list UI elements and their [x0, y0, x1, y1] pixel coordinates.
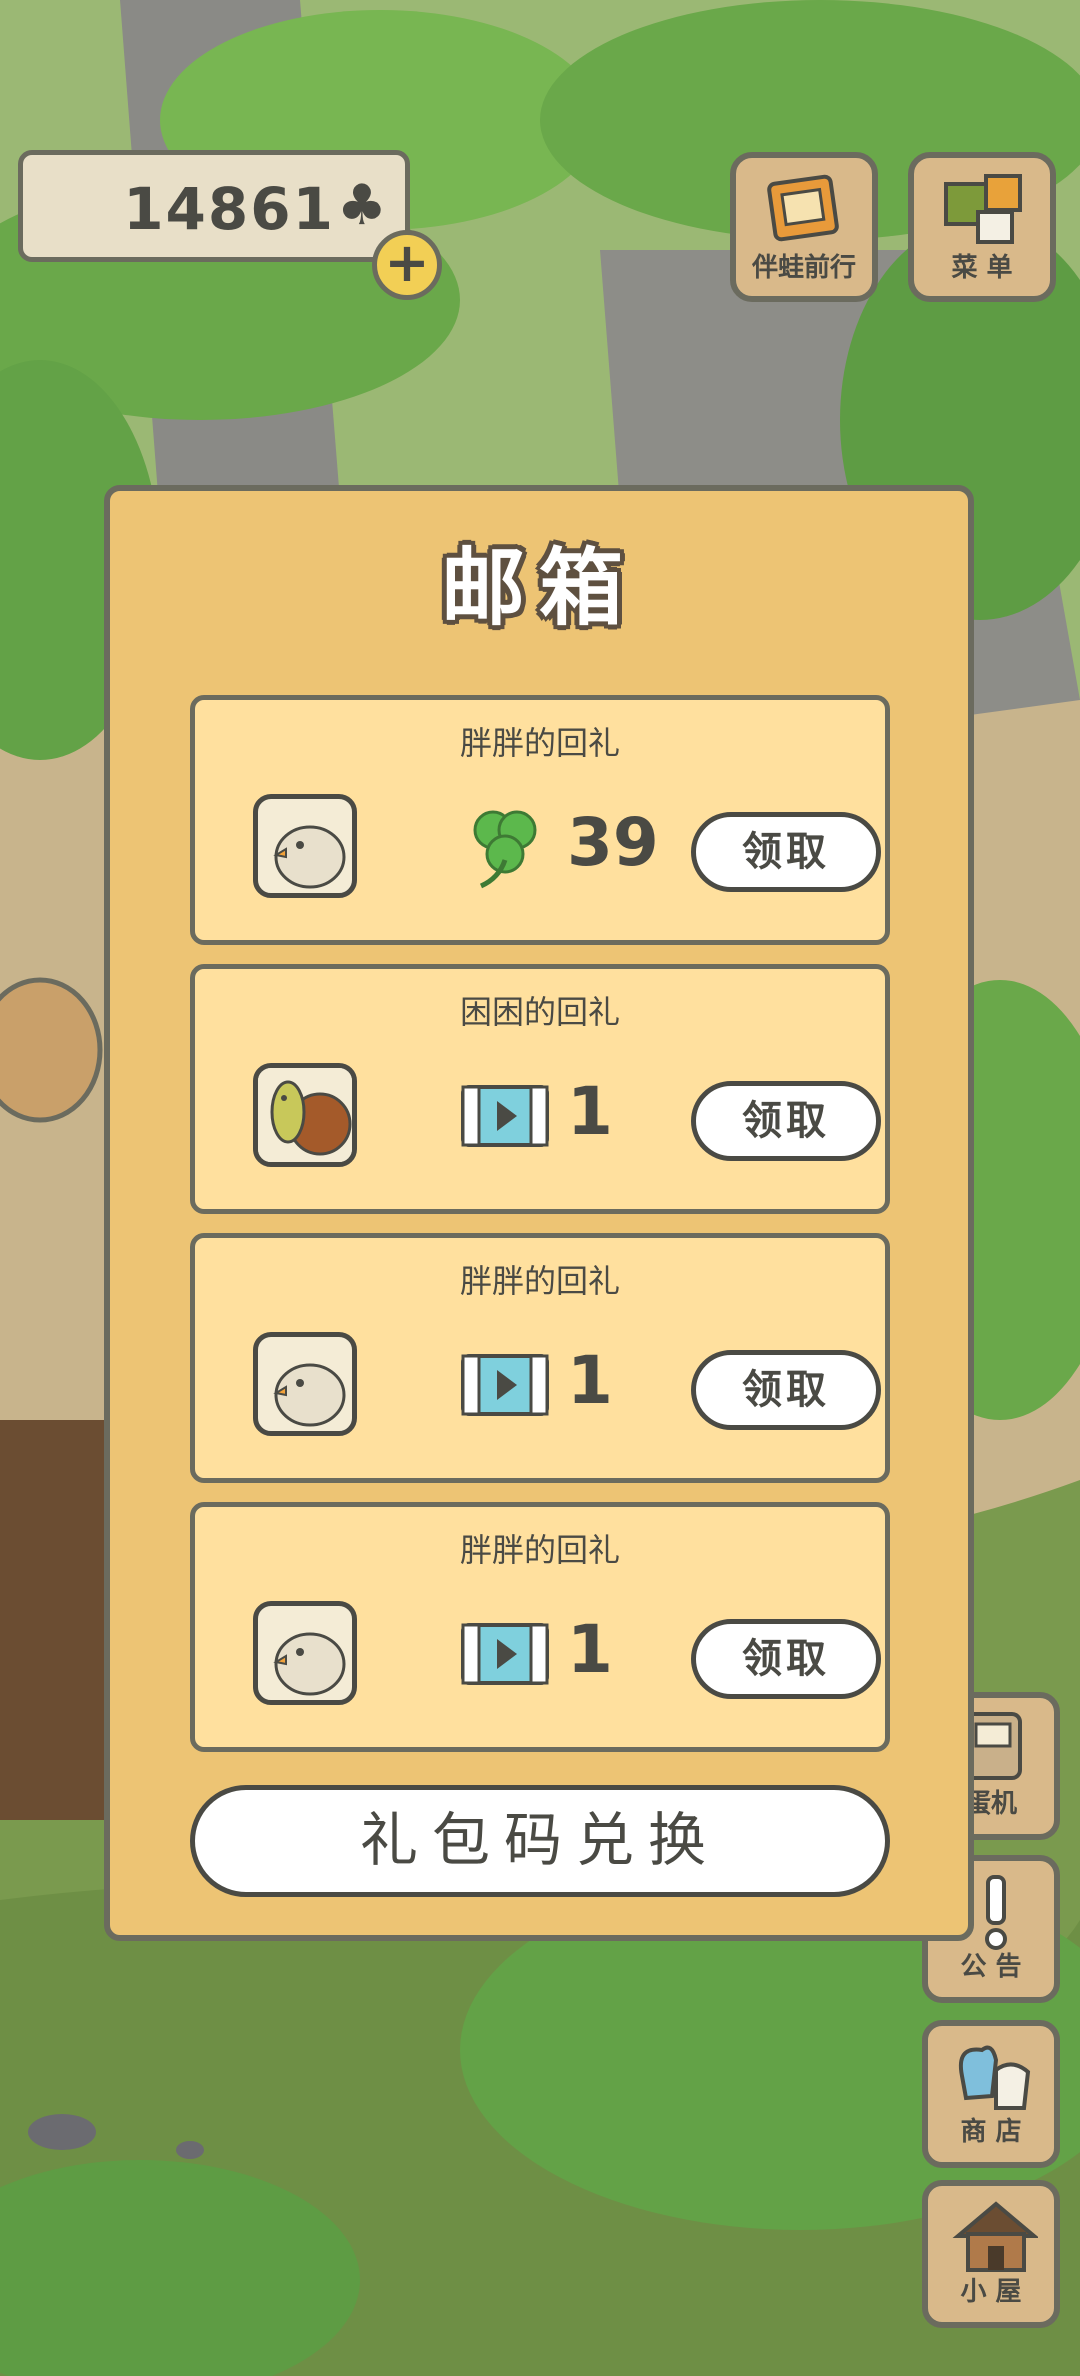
- bird-avatar-icon: [253, 1332, 357, 1436]
- film-ticket-icon: [461, 1085, 549, 1147]
- house-button[interactable]: 小 屋: [922, 2180, 1060, 2328]
- gift-quantity: 1: [567, 1073, 613, 1150]
- mailbox-title: 邮箱: [440, 539, 637, 637]
- bird-avatar-icon: [253, 794, 357, 898]
- album-button[interactable]: 伴蛙前行: [730, 152, 878, 302]
- gift-quantity: 1: [567, 1342, 613, 1419]
- clover-icon: [473, 810, 537, 889]
- album-icon: [767, 174, 839, 242]
- mail-item: 困困的回礼 1 领取: [190, 964, 890, 1214]
- clover-counter: 14861 ♣: [18, 150, 410, 262]
- film-ticket-icon: [461, 1623, 549, 1685]
- mail-item: 胖胖的回礼 39 领取: [190, 695, 890, 945]
- mailbox-dialog: 邮箱 胖胖的回礼 39 领取 困困的回礼 1 领取 胖胖的回礼 1 领取 胖胖的…: [104, 485, 974, 1941]
- turtle-avatar-icon: [253, 1063, 357, 1167]
- gift-quantity: 1: [567, 1611, 613, 1688]
- claim-button[interactable]: 领取: [691, 1081, 881, 1161]
- shop-icon: [959, 2045, 1031, 2110]
- shop-button[interactable]: 商 店: [922, 2020, 1060, 2168]
- film-ticket-icon: [461, 1354, 549, 1416]
- add-clover-button[interactable]: +: [372, 230, 442, 300]
- mail-item: 胖胖的回礼 1 领取: [190, 1233, 890, 1483]
- mail-sender: 困困的回礼: [459, 993, 620, 1031]
- clover-count: 14861: [123, 175, 335, 243]
- mail-sender: 胖胖的回礼: [459, 1262, 620, 1300]
- notice-icon: [985, 1875, 1007, 1950]
- mail-item: 胖胖的回礼 1 领取: [190, 1502, 890, 1752]
- claim-button[interactable]: 领取: [691, 1619, 881, 1699]
- gift-quantity: 39: [567, 804, 659, 881]
- mail-sender: 胖胖的回礼: [459, 1531, 620, 1569]
- redeem-code-button[interactable]: 礼包码兑换: [190, 1785, 890, 1897]
- shop-label: 商 店: [960, 2117, 1022, 2147]
- menu-icon: [944, 174, 1022, 244]
- menu-button[interactable]: 菜 单: [908, 152, 1056, 302]
- notice-label: 公 告: [960, 1952, 1022, 1982]
- house-label: 小 屋: [960, 2277, 1022, 2307]
- bird-avatar-icon: [253, 1601, 357, 1705]
- album-label: 伴蛙前行: [751, 253, 856, 283]
- clover-currency-icon: ♣: [336, 173, 387, 238]
- menu-label: 菜 单: [951, 253, 1013, 283]
- game-scene: 14861 ♣ + 伴蛙前行 菜 单 蛋机 公 告 商 店 小 屋 邮箱 胖胖的…: [0, 0, 1080, 2376]
- claim-button[interactable]: 领取: [691, 812, 881, 892]
- claim-button[interactable]: 领取: [691, 1350, 881, 1430]
- mail-sender: 胖胖的回礼: [459, 724, 620, 762]
- house-icon: [952, 2201, 1038, 2272]
